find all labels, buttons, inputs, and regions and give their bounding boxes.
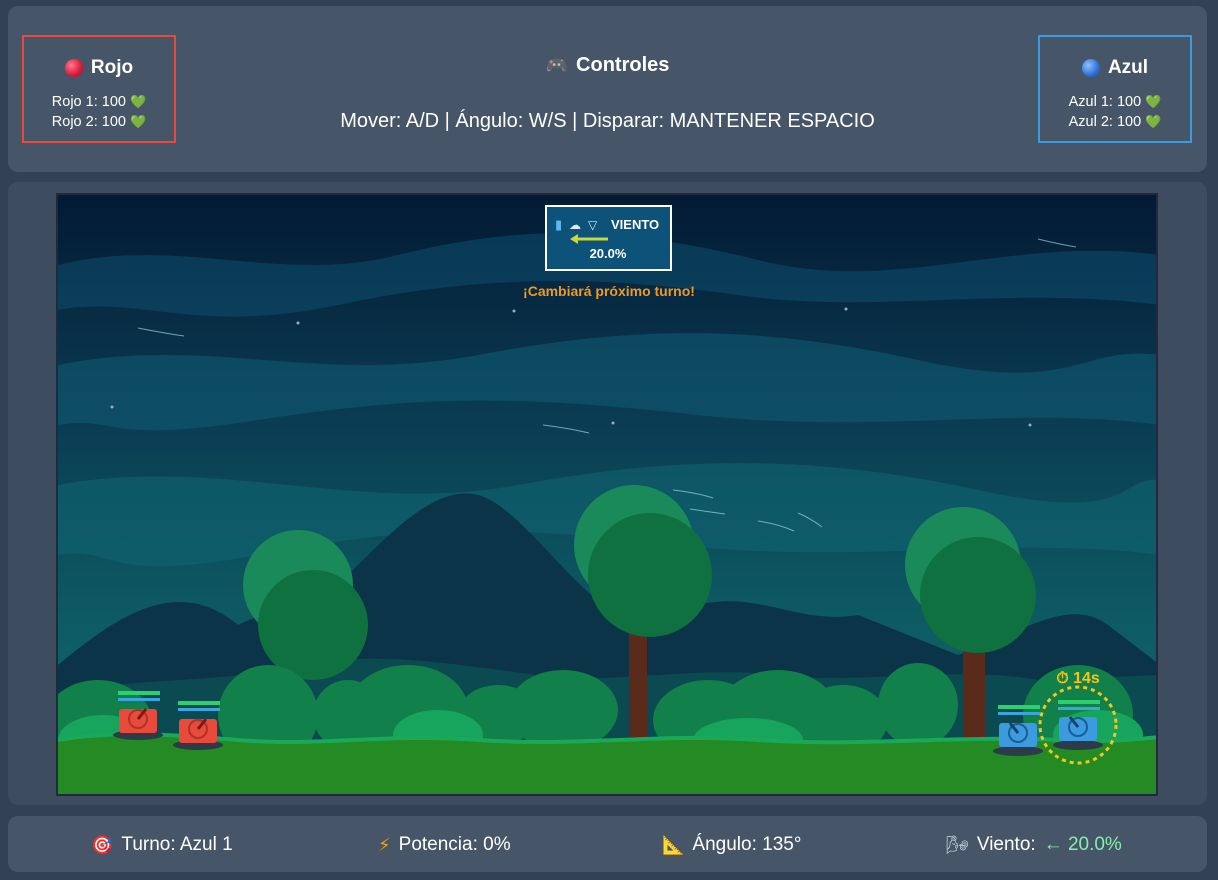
wind-gauge-icon: ▮ — [555, 218, 562, 233]
turn-timer: ⏱ 14s — [1056, 670, 1100, 687]
power-bar — [178, 708, 220, 711]
power-bar — [1058, 707, 1100, 710]
blue-unit-2-label: Azul 2: 100 — [1068, 114, 1142, 130]
game-scene[interactable]: ▮ ☁ ▽ VIENTO 20.0% ¡Cambiará próximo tur… — [58, 195, 1158, 796]
angle-label: Ángulo: 135° — [692, 834, 802, 855]
game-canvas[interactable]: ▮ ☁ ▽ VIENTO 20.0% ¡Cambiará próximo tur… — [56, 193, 1158, 796]
health-bar — [1058, 700, 1100, 704]
wind-status-value: ← 20.0% — [1043, 834, 1122, 855]
green-heart-icon: 💚 — [1145, 94, 1162, 109]
ground — [58, 734, 1156, 794]
power-status: ⚡ Potencia: 0% — [378, 834, 511, 856]
green-heart-icon: 💚 — [130, 94, 147, 109]
lightning-icon: ⚡ — [378, 834, 391, 855]
star — [1028, 423, 1032, 427]
star — [611, 421, 615, 425]
tank-rojo-1[interactable] — [113, 691, 163, 740]
blue-team-box: Azul Azul 1: 100 💚 Azul 2: 100 💚 — [1038, 35, 1192, 143]
wind-icon: ☁ — [569, 218, 581, 232]
wind-change-notice: ¡Cambiará próximo turno! — [523, 283, 695, 299]
wind-icon: 🌬 — [946, 834, 969, 855]
triangle-ruler-icon: 📐 — [662, 834, 685, 855]
blue-team-title: Azul — [1040, 57, 1190, 79]
blue-unit-1: Azul 1: 100 💚 — [1040, 92, 1190, 112]
power-bar — [118, 698, 160, 701]
health-bar — [118, 691, 160, 695]
green-heart-icon: 💚 — [1145, 114, 1162, 129]
power-label: Potencia: 0% — [398, 834, 511, 855]
wind-value: 20.0% — [590, 246, 627, 261]
health-bar — [998, 705, 1040, 709]
angle-status: 📐 Ángulo: 135° — [662, 834, 801, 856]
blue-team-units: Azul 1: 100 💚 Azul 2: 100 💚 — [1040, 92, 1190, 132]
health-bar — [178, 701, 220, 705]
tank-base — [1053, 740, 1103, 750]
star — [844, 307, 848, 311]
controls-title-text: Controles — [576, 54, 670, 76]
controls-text: Mover: A/D | Ángulo: W/S | Disparar: MAN… — [340, 110, 875, 132]
tank-rojo-2[interactable] — [173, 701, 223, 750]
red-unit-1: Rojo 1: 100 💚 — [24, 92, 174, 112]
star — [296, 321, 300, 325]
wind-indicator: ▮ ☁ ▽ VIENTO 20.0% — [545, 205, 672, 271]
turn-label: Turno: Azul 1 — [121, 834, 233, 855]
turn-status: 🎯 Turno: Azul 1 — [91, 834, 233, 856]
tornado-icon: ▽ — [588, 218, 598, 232]
wind-status: 🌬 Viento: ← 20.0% — [946, 834, 1122, 856]
wind-label: VIENTO — [611, 217, 659, 232]
tank-azul-2[interactable] — [993, 705, 1043, 756]
wind-status-label: Viento: — [976, 834, 1036, 855]
gamepad-icon: 🎮 — [545, 55, 569, 75]
blue-unit-2: Azul 2: 100 💚 — [1040, 112, 1190, 132]
star — [512, 309, 516, 313]
top-panel: Rojo Rojo 1: 100 💚 Rojo 2: 100 💚 🎮 Contro… — [8, 6, 1207, 172]
red-unit-1-label: Rojo 1: 100 — [51, 94, 126, 110]
target-icon: 🎯 — [91, 834, 114, 855]
blue-circle-icon — [1081, 59, 1100, 77]
controls-title: 🎮 Controles — [8, 54, 1207, 77]
power-bar — [998, 712, 1040, 715]
status-bar: 🎯 Turno: Azul 1 ⚡ Potencia: 0% 📐 Ángulo:… — [8, 816, 1207, 872]
tank-base — [993, 746, 1043, 756]
star — [110, 405, 114, 409]
blue-unit-1-label: Azul 1: 100 — [1068, 94, 1142, 110]
blue-team-name: Azul — [1107, 57, 1149, 78]
